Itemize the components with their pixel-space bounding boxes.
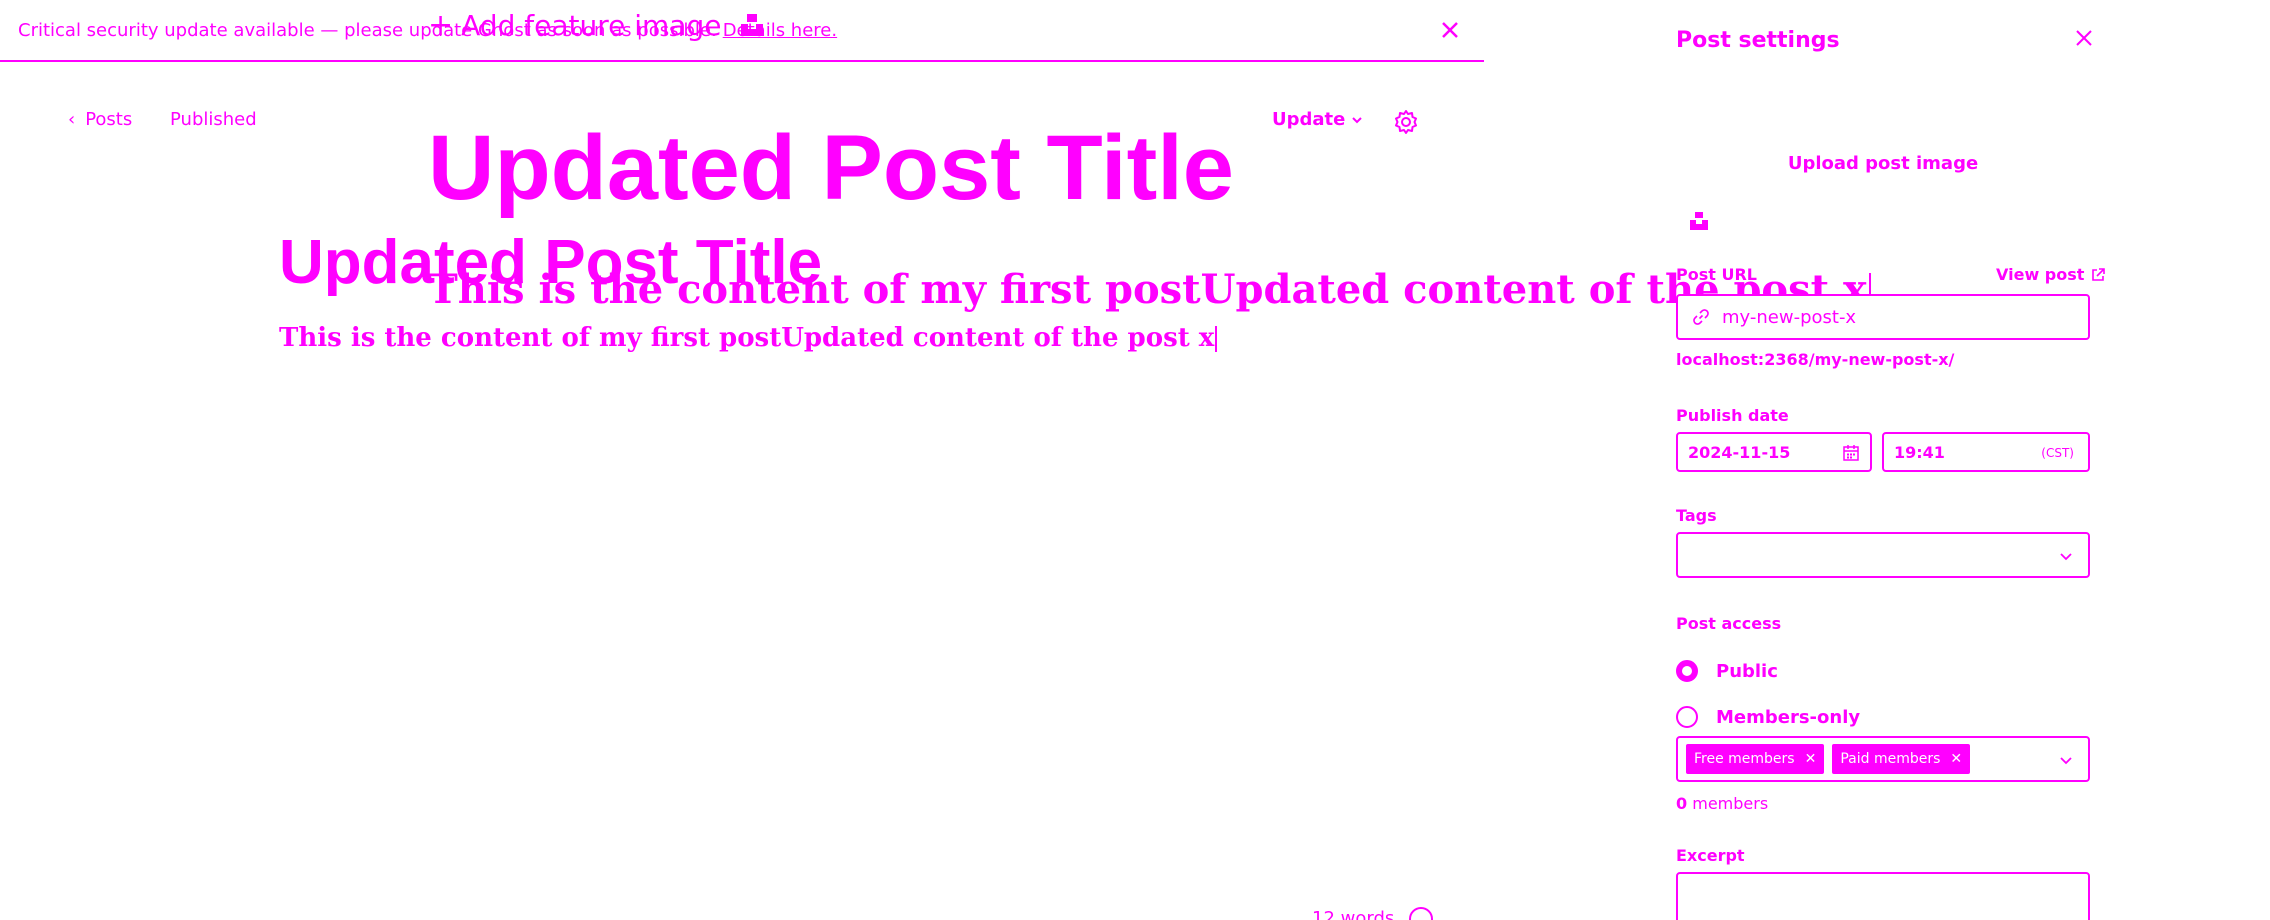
remove-chip-icon[interactable]: ✕ (1805, 751, 1817, 767)
post-body-editor[interactable]: This is the content of my first postUpda… (428, 268, 1871, 313)
access-option-members-only[interactable]: Members-only (1676, 706, 1860, 728)
help-icon[interactable] (1408, 906, 1434, 920)
chevron-left-icon: ‹ (68, 109, 76, 130)
text-caret (1215, 326, 1218, 352)
excerpt-textarea[interactable] (1676, 872, 2090, 920)
members-count-number: 0 (1676, 794, 1688, 813)
add-feature-image-button[interactable]: + Add feature image (428, 8, 721, 43)
sidebar-title: Post settings (1676, 28, 1840, 53)
back-to-posts-link[interactable]: ‹ Posts (68, 109, 132, 130)
chevron-down-icon (2060, 757, 2072, 765)
radio-unchecked-icon (1676, 706, 1698, 728)
post-editor-app: Critical security update available — ple… (0, 0, 2270, 920)
view-post-link[interactable]: View post (1996, 265, 2106, 284)
segment-chip-label: Paid members (1840, 751, 1941, 767)
segment-chip-label: Free members (1694, 751, 1795, 767)
post-body-text: This is the content of my first postUpda… (428, 266, 1867, 313)
post-access-label: Post access (1676, 614, 1782, 633)
member-segment-select[interactable]: Free members ✕ Paid members ✕ (1676, 736, 2090, 782)
view-post-label: View post (1996, 265, 2085, 284)
publish-time-value: 19:41 (1894, 442, 1945, 462)
access-option-label: Members-only (1716, 706, 1861, 728)
plus-icon: + (428, 8, 454, 43)
post-title-input[interactable]: Updated Post Title (428, 120, 1234, 217)
access-option-public[interactable]: Public (1676, 660, 1778, 682)
update-label: Update (1272, 109, 1346, 130)
publish-date-value: 2024-11-15 (1688, 442, 1791, 462)
calendar-icon[interactable] (1842, 444, 1860, 462)
chevron-down-icon (1352, 116, 1363, 123)
post-status: Published (170, 109, 257, 130)
publish-date-label: Publish date (1676, 406, 1789, 425)
excerpt-label: Excerpt (1676, 846, 1745, 865)
close-icon[interactable] (1436, 16, 1464, 44)
remove-chip-icon[interactable]: ✕ (1950, 751, 1962, 767)
link-icon (1693, 309, 1709, 325)
unsplash-icon[interactable] (738, 11, 766, 39)
members-count-suffix: members (1687, 794, 1769, 813)
radio-checked-icon (1676, 660, 1698, 682)
post-body-preview: This is the content of my first postUpda… (279, 323, 1218, 353)
close-icon[interactable] (2072, 26, 2096, 50)
gear-icon[interactable] (1393, 109, 1419, 135)
access-option-label: Public (1716, 660, 1778, 682)
post-url-preview: localhost:2368/my-new-post-x/ (1676, 350, 1955, 369)
publish-time-input[interactable]: 19:41 (CST) (1882, 432, 2090, 472)
members-count: 0 members (1676, 794, 1768, 813)
external-link-icon (2092, 267, 2106, 281)
add-feature-image-label: Add feature image (461, 9, 722, 42)
word-count: 12 words (1312, 908, 1395, 920)
tags-select[interactable] (1676, 532, 2090, 578)
post-url-label: Post URL (1676, 265, 1757, 284)
segment-chip-free: Free members ✕ (1686, 744, 1825, 774)
timezone-label: (CST) (2041, 446, 2074, 460)
update-button[interactable]: Update (1272, 109, 1363, 130)
upload-post-image-button[interactable]: Upload post image (1676, 138, 2090, 188)
back-label: Posts (85, 109, 133, 130)
post-url-input[interactable]: my-new-post-x (1676, 294, 2090, 340)
post-body-preview-text: This is the content of my first postUpda… (279, 323, 1215, 353)
segment-chip-paid: Paid members ✕ (1832, 744, 1971, 774)
chevron-down-icon (2060, 553, 2072, 561)
publish-date-input[interactable]: 2024-11-15 (1676, 432, 1872, 472)
unsplash-icon[interactable] (1688, 210, 1710, 232)
post-url-value: my-new-post-x (1722, 306, 1857, 328)
tags-label: Tags (1676, 506, 1717, 525)
